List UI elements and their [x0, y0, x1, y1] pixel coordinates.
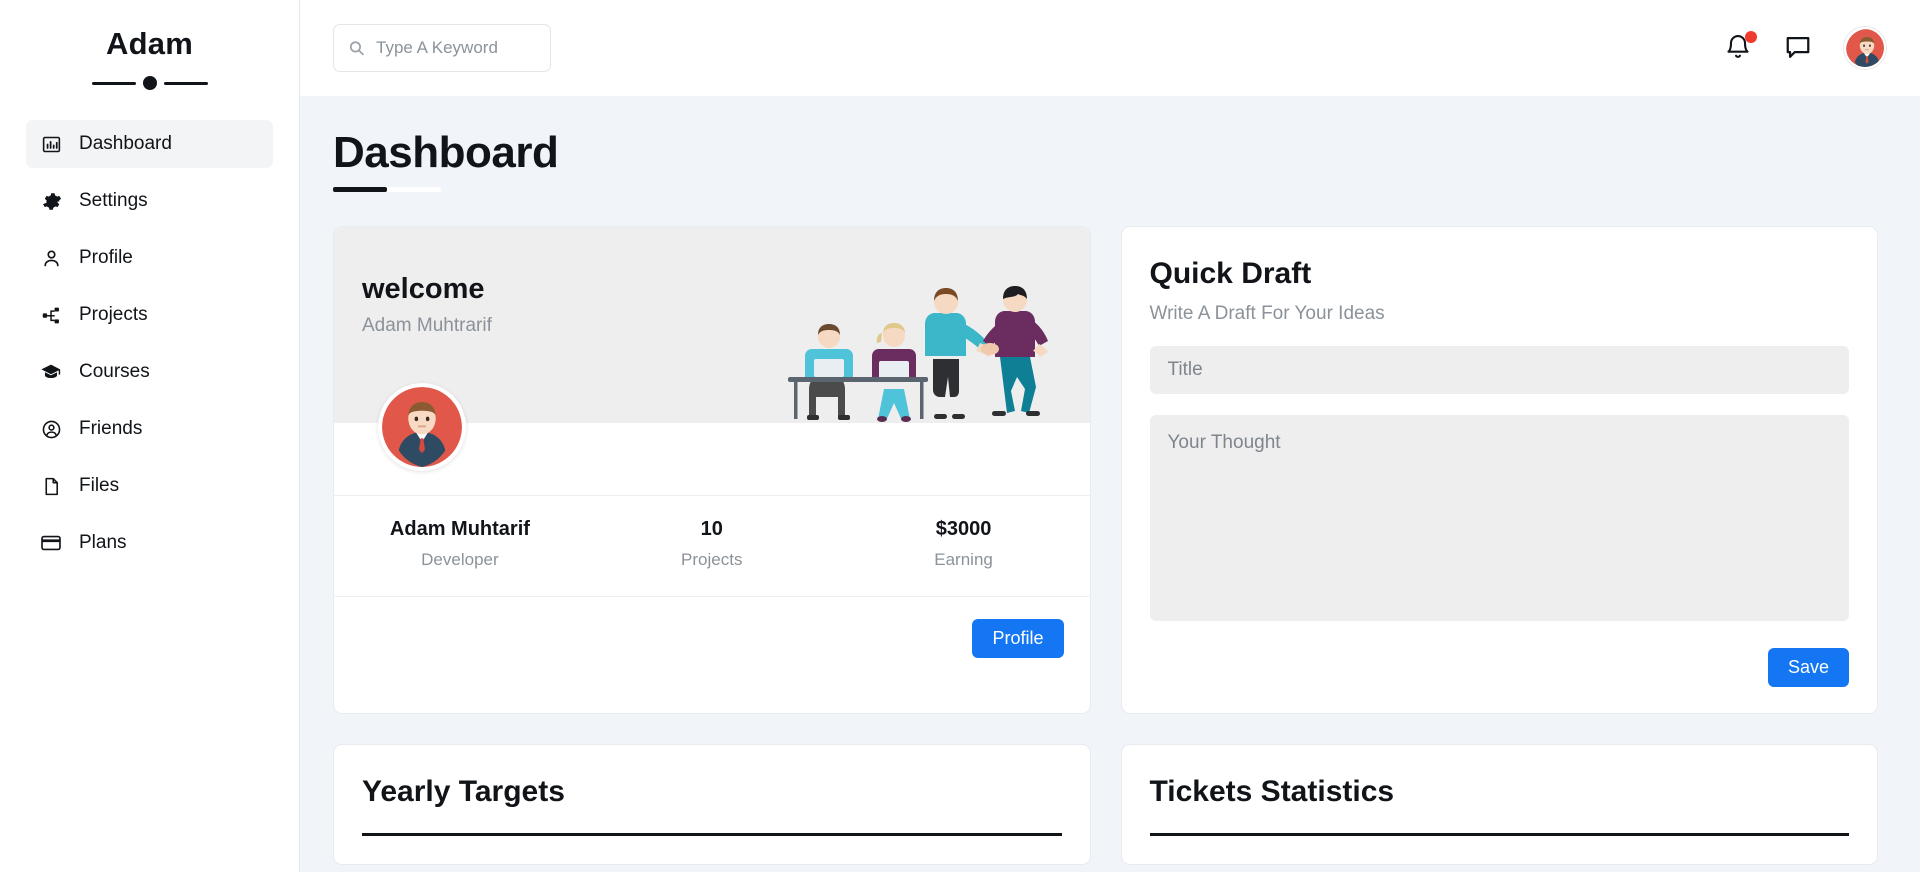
notification-badge: [1745, 31, 1757, 43]
welcome-footer: Profile: [334, 597, 1090, 684]
save-button[interactable]: Save: [1767, 648, 1849, 688]
dashboard-bottom-grid: Yearly Targets Tickets Statistics: [333, 744, 1878, 866]
sidebar-item-courses[interactable]: Courses: [26, 348, 273, 396]
sidebar-item-plans[interactable]: Plans: [26, 519, 273, 567]
page-title-underline: [333, 187, 441, 193]
sidebar-item-label: Projects: [79, 304, 148, 325]
dashboard-top-grid: welcome Adam Muhtrarif Adam Muhtarif Dev…: [333, 226, 1878, 715]
messages-button[interactable]: [1784, 33, 1814, 63]
sitemap-icon: [40, 304, 62, 326]
yearly-targets-rule: [362, 833, 1062, 837]
stat-value: Adam Muhtarif: [389, 518, 530, 541]
yearly-targets-card: Yearly Targets: [333, 744, 1091, 866]
profile-button[interactable]: Profile: [972, 619, 1064, 659]
sidebar-item-friends[interactable]: Friends: [26, 405, 273, 453]
page-content: Dashboard welcome Adam Muhtrarif Adam Mu…: [300, 96, 1920, 872]
sidebar-item-label: Courses: [79, 361, 150, 382]
sidebar-brand-divider: [0, 76, 299, 90]
sidebar-item-label: Plans: [79, 532, 127, 553]
teamwork-illustration-icon: [774, 271, 1064, 423]
sidebar-item-profile[interactable]: Profile: [26, 234, 273, 282]
stat-item: $3000 Earning: [838, 518, 1090, 570]
sidebar-item-label: Settings: [79, 190, 148, 211]
tickets-statistics-card: Tickets Statistics: [1120, 744, 1878, 866]
topbar: [300, 0, 1920, 96]
stat-label: Projects: [681, 550, 743, 570]
search-input[interactable]: [376, 38, 550, 58]
stat-value: 10: [700, 518, 723, 541]
main-area: Dashboard welcome Adam Muhtrarif: [300, 0, 1920, 872]
stat-item: Adam Muhtarif Developer: [334, 518, 586, 570]
welcome-subtitle: Adam Muhtrarif: [362, 315, 492, 337]
sidebar-item-projects[interactable]: Projects: [26, 291, 273, 339]
draft-title-input[interactable]: [1149, 346, 1849, 395]
sidebar-item-label: Friends: [79, 418, 143, 439]
sidebar-brand: Adam: [106, 26, 193, 61]
file-icon: [40, 475, 62, 497]
graduation-cap-icon: [40, 361, 62, 383]
user-circle-icon: [40, 418, 62, 440]
stat-label: Developer: [421, 550, 499, 570]
avatar[interactable]: [1844, 27, 1886, 69]
sidebar-nav: Dashboard Settings Profile Projects Cour…: [0, 120, 299, 567]
tickets-statistics-title: Tickets Statistics: [1149, 775, 1395, 809]
stat-label: Earning: [934, 550, 993, 570]
stat-item: 10 Projects: [586, 518, 838, 570]
topbar-actions: [1724, 27, 1886, 69]
quick-draft-footer: Save: [1150, 648, 1849, 688]
credit-card-icon: [40, 532, 62, 554]
welcome-card: welcome Adam Muhtrarif Adam Muhtarif Dev…: [333, 226, 1091, 715]
stat-value: $3000: [935, 518, 992, 541]
sidebar-item-label: Files: [79, 475, 120, 496]
user-icon: [40, 247, 62, 269]
app-root: Adam Dashboard Settings Profile Projects…: [0, 0, 1920, 872]
quick-draft-card: Quick Draft Write A Draft For Your Ideas…: [1120, 226, 1878, 715]
sidebar-item-label: Dashboard: [79, 133, 172, 154]
sidebar-item-files[interactable]: Files: [26, 462, 273, 510]
search-icon: [348, 40, 365, 57]
quick-draft-subtitle: Write A Draft For Your Ideas: [1149, 303, 1385, 325]
gear-icon: [40, 190, 62, 212]
welcome-title: welcome: [362, 273, 485, 306]
divider-bar-left: [91, 81, 136, 85]
quick-draft-title: Quick Draft: [1149, 257, 1312, 291]
welcome-text-block: welcome Adam Muhtrarif: [362, 273, 492, 337]
welcome-avatar: [378, 383, 466, 472]
divider-bar-right: [163, 81, 208, 85]
draft-thought-textarea[interactable]: [1149, 415, 1849, 622]
tickets-statistics-rule: [1149, 833, 1849, 837]
welcome-avatar-image: [382, 387, 462, 468]
chart-bar-icon: [40, 133, 62, 155]
notifications-button[interactable]: [1724, 31, 1757, 63]
welcome-header: welcome Adam Muhtrarif: [334, 227, 1090, 472]
page-title: Dashboard: [333, 128, 559, 177]
sidebar: Adam Dashboard Settings Profile Projects…: [0, 0, 300, 872]
divider-dot: [142, 76, 157, 90]
yearly-targets-title: Yearly Targets: [362, 775, 565, 809]
welcome-stats: Adam Muhtarif Developer 10 Projects $300…: [334, 495, 1090, 598]
sidebar-item-settings[interactable]: Settings: [26, 177, 273, 225]
sidebar-item-dashboard[interactable]: Dashboard: [26, 120, 273, 168]
sidebar-item-label: Profile: [79, 247, 133, 268]
search-box[interactable]: [333, 24, 551, 72]
